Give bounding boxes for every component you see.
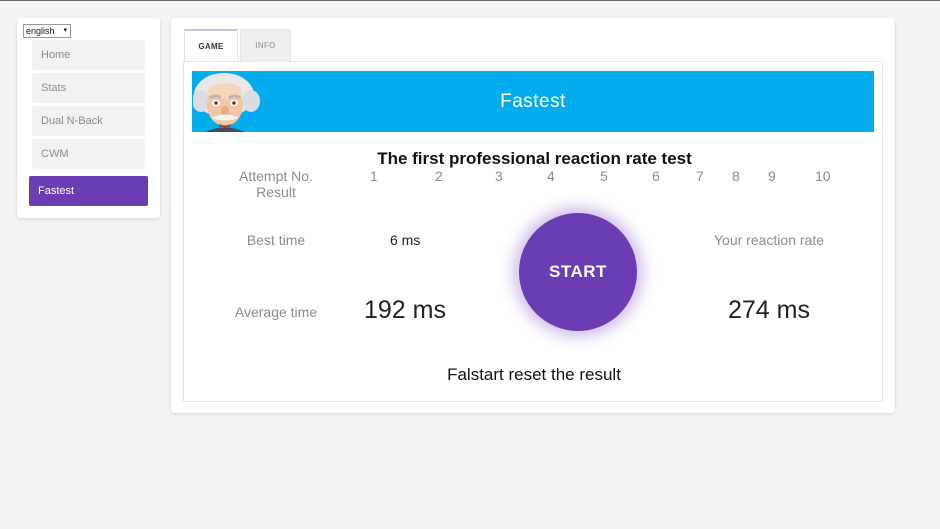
einstein-avatar-icon bbox=[193, 71, 261, 132]
sidebar-item-label: Home bbox=[41, 49, 71, 61]
start-button-label: START bbox=[549, 262, 607, 281]
attempt-label: Attempt No. bbox=[239, 168, 313, 184]
tab-info[interactable]: INFO bbox=[240, 29, 291, 62]
window-top-border bbox=[0, 0, 940, 1]
attempt-number: 2 bbox=[435, 168, 443, 184]
sidebar-item-label: Fastest bbox=[38, 185, 75, 197]
sidebar-item-cwm[interactable]: CWM bbox=[32, 139, 145, 169]
language-select[interactable]: english ▾ bbox=[23, 24, 71, 38]
sidebar-item-stats[interactable]: Stats bbox=[32, 73, 145, 103]
attempt-number: 7 bbox=[696, 168, 704, 184]
sidebar-item-label: Dual N-Back bbox=[41, 115, 103, 127]
headline: The first professional reaction rate tes… bbox=[377, 149, 692, 168]
attempt-number: 10 bbox=[815, 168, 831, 184]
sidebar-item-label: CWM bbox=[41, 148, 69, 160]
attempt-number: 5 bbox=[600, 168, 608, 184]
sidebar-item-fastest[interactable]: Fastest bbox=[29, 176, 148, 206]
sidebar-item-label: Stats bbox=[41, 82, 67, 94]
falstart-note: Falstart reset the result bbox=[447, 365, 621, 384]
average-time-value: 192 ms bbox=[364, 296, 446, 324]
best-time-value: 6 ms bbox=[390, 232, 421, 248]
chevron-down-icon: ▾ bbox=[63, 27, 67, 34]
start-button[interactable]: START bbox=[519, 213, 637, 331]
tab-game[interactable]: GAME bbox=[184, 29, 238, 62]
average-time-label: Average time bbox=[234, 304, 318, 320]
language-select-value: english bbox=[26, 26, 55, 36]
tab-label: INFO bbox=[255, 41, 276, 50]
attempt-number: 3 bbox=[495, 168, 503, 184]
attempt-number: 6 bbox=[652, 168, 660, 184]
attempt-number: 4 bbox=[547, 168, 555, 184]
sidebar-item-home[interactable]: Home bbox=[32, 40, 145, 70]
attempt-number: 9 bbox=[768, 168, 776, 184]
attempt-number: 1 bbox=[370, 168, 378, 184]
reaction-rate-value: 274 ms bbox=[728, 296, 810, 324]
result-label: Result bbox=[256, 184, 296, 200]
reaction-rate-label: Your reaction rate bbox=[714, 232, 824, 248]
sidebar-item-dual-n-back[interactable]: Dual N-Back bbox=[32, 106, 145, 136]
best-time-label: Best time bbox=[246, 232, 306, 248]
tab-label: GAME bbox=[198, 42, 224, 51]
banner-title: Fastest bbox=[500, 90, 566, 112]
attempt-number: 8 bbox=[732, 168, 740, 184]
